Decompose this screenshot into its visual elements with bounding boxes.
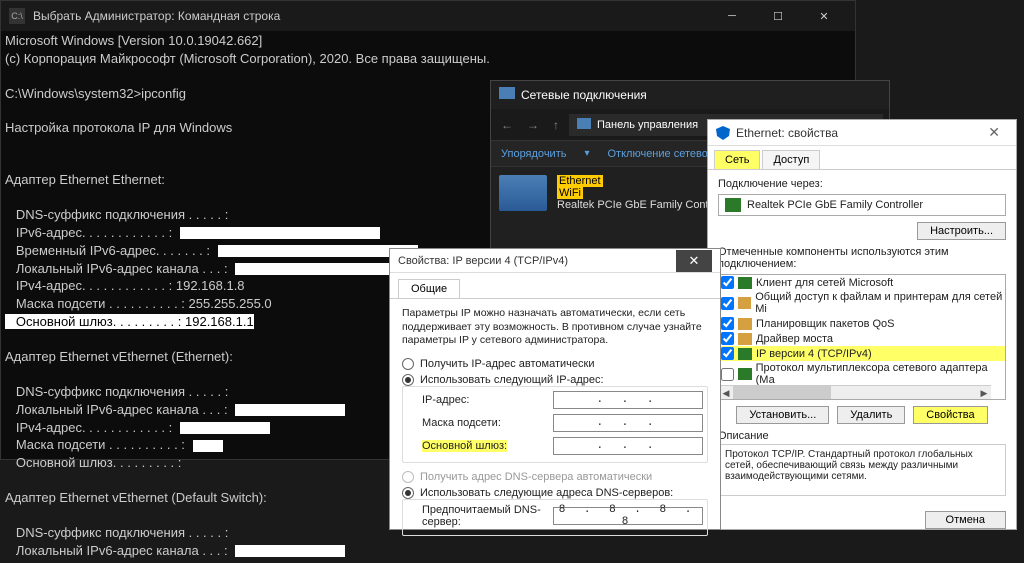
ethernet-properties-window: Ethernet: свойства ✕ Сеть Доступ Подключ… (707, 119, 1017, 530)
ep-titlebar[interactable]: Ethernet: свойства ✕ (708, 120, 1016, 146)
ep-tabs: Сеть Доступ (708, 146, 1016, 170)
dns1-label: Предпочитаемый DNS-сервер: (422, 504, 553, 528)
ep-title: Ethernet: свойства (736, 126, 980, 140)
tab-access[interactable]: Доступ (762, 150, 820, 169)
checkbox[interactable] (721, 297, 734, 310)
adapter-name: Ethernet (557, 175, 603, 187)
properties-button[interactable]: Свойства (913, 406, 987, 424)
desc-text: Протокол TCP/IP. Стандартный протокол гл… (718, 444, 1006, 496)
cmd-titlebar[interactable]: C:\ Выбрать Администратор: Командная стр… (1, 1, 855, 31)
h-scrollbar[interactable]: ◀ ▶ (719, 385, 991, 399)
ip-desc: Параметры IP можно назначать автоматичес… (402, 307, 708, 348)
forward-button[interactable]: → (523, 118, 543, 132)
adapter-box: Realtek PCIe GbE Family Controller (718, 194, 1006, 216)
checkbox[interactable] (721, 317, 734, 330)
list-item[interactable]: Протокол мультиплексора сетевого адаптер… (719, 361, 1005, 387)
adapter-card-icon (725, 198, 741, 212)
remove-button[interactable]: Удалить (837, 406, 905, 424)
gateway-input[interactable]: . . . (553, 437, 703, 455)
cancel-button[interactable]: Отмена (925, 511, 1006, 529)
maximize-button[interactable]: ☐ (755, 1, 801, 31)
minimize-button[interactable]: ─ (709, 1, 755, 31)
radio-manual-dns[interactable]: Использовать следующие адреса DNS-сервер… (402, 487, 708, 499)
ipv4-properties-window: Свойства: IP версии 4 (TCP/IPv4) ✕ Общие… (389, 248, 721, 530)
scroll-thumb[interactable] (733, 386, 831, 399)
service-icon (738, 297, 751, 309)
checkbox[interactable] (721, 276, 734, 289)
checkbox[interactable] (721, 368, 734, 381)
subnet-mask-input[interactable]: . . . (553, 414, 703, 432)
protocol-icon (738, 348, 752, 360)
dns-group: Предпочитаемый DNS-сервер: 8 . 8 . 8 . 8 (402, 499, 708, 536)
adapter-icon[interactable] (499, 175, 547, 211)
cmd-icon: C:\ (9, 8, 25, 24)
connect-via-label: Подключение через: (718, 178, 1006, 190)
ip-title: Свойства: IP версии 4 (TCP/IPv4) (398, 255, 676, 267)
tab-network[interactable]: Сеть (714, 150, 760, 169)
close-button[interactable]: ✕ (801, 1, 847, 31)
service-icon (738, 333, 752, 345)
radio-icon[interactable] (402, 487, 414, 499)
desc-label: Описание (718, 430, 1006, 442)
install-button[interactable]: Установить... (736, 406, 829, 424)
ip-tabs: Общие (390, 273, 720, 299)
radio-auto-ip[interactable]: Получить IP-адрес автоматически (402, 358, 708, 370)
components-label: Отмеченные компоненты используются этим … (718, 246, 1006, 270)
list-item[interactable]: Клиент для сетей Microsoft (719, 275, 1005, 290)
list-item[interactable]: Общий доступ к файлам и принтерам для се… (719, 290, 1005, 316)
service-icon (738, 318, 752, 330)
ip-address-input[interactable]: . . . (553, 391, 703, 409)
organize-menu[interactable]: Упорядочить (501, 148, 566, 160)
list-item[interactable]: Планировщик пакетов QoS (719, 316, 1005, 331)
list-item[interactable]: Драйвер моста (719, 331, 1005, 346)
ip-group: IP-адрес: . . . Маска подсети: . . . Осн… (402, 386, 708, 463)
radio-icon[interactable] (402, 358, 414, 370)
checkbox[interactable] (721, 347, 734, 360)
scroll-right[interactable]: ▶ (977, 386, 991, 400)
scroll-left[interactable]: ◀ (719, 386, 733, 400)
radio-icon[interactable] (402, 374, 414, 386)
close-button[interactable]: ✕ (980, 124, 1008, 141)
dns1-input[interactable]: 8 . 8 . 8 . 8 (553, 507, 703, 525)
cmd-title: Выбрать Администратор: Командная строка (33, 9, 709, 23)
up-button[interactable]: ↑ (549, 118, 563, 132)
ip-titlebar[interactable]: Свойства: IP версии 4 (TCP/IPv4) ✕ (390, 249, 720, 273)
folder-icon (577, 118, 591, 132)
subnet-mask-label: Маска подсети: (422, 417, 553, 429)
ip-address-label: IP-адрес: (422, 394, 553, 406)
nc-title: Сетевые подключения (521, 88, 647, 102)
radio-manual-ip[interactable]: Использовать следующий IP-адрес: (402, 374, 708, 386)
tab-general[interactable]: Общие (398, 279, 460, 298)
network-icon (499, 87, 515, 103)
protocol-icon (738, 368, 752, 380)
components-list[interactable]: Клиент для сетей Microsoft Общий доступ … (718, 274, 1006, 400)
list-item-ipv4[interactable]: IP версии 4 (TCP/IPv4) (719, 346, 1005, 361)
radio-icon (402, 471, 414, 483)
shield-icon (716, 126, 730, 140)
adapter-name: Realtek PCIe GbE Family Controller (747, 199, 923, 211)
nc-titlebar[interactable]: Сетевые подключения (491, 81, 889, 109)
configure-button[interactable]: Настроить... (917, 222, 1006, 240)
gateway-label: Основной шлюз: (422, 440, 553, 452)
client-icon (738, 277, 752, 289)
close-button[interactable]: ✕ (676, 250, 712, 272)
radio-auto-dns: Получить адрес DNS-сервера автоматически (402, 471, 708, 483)
checkbox[interactable] (721, 332, 734, 345)
back-button[interactable]: ← (497, 118, 517, 132)
adapter-status: WiFi (557, 187, 583, 199)
disable-menu[interactable]: Отключение сетевого (608, 148, 718, 160)
